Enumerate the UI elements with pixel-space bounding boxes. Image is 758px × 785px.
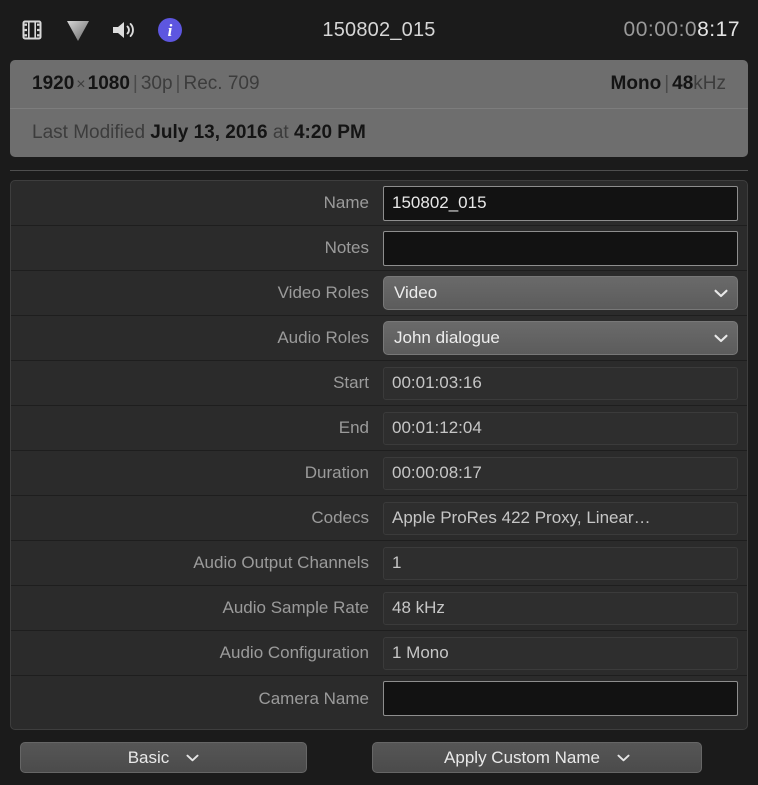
resolution-width: 1920	[32, 73, 74, 94]
name-input[interactable]: 150802_015	[383, 186, 738, 221]
format-separator-2: |	[173, 73, 184, 94]
duration-timecode: 00:00:08:17	[624, 18, 740, 42]
resolution-times-symbol: ×	[74, 76, 87, 93]
metadata-view-button[interactable]: Basic	[20, 742, 307, 773]
table-row: Audio Output Channels 1	[11, 541, 747, 586]
format-separator-1: |	[130, 73, 141, 94]
table-row: Name 150802_015	[11, 181, 747, 226]
property-label: Audio Configuration	[11, 643, 383, 663]
speaker-icon[interactable]	[109, 15, 139, 45]
section-divider	[10, 170, 748, 171]
property-label: Codecs	[11, 508, 383, 528]
property-label: Audio Output Channels	[11, 553, 383, 573]
modified-label: Last Modified	[32, 122, 145, 144]
codecs-field[interactable]: Apple ProRes 422 Proxy, Linear…	[383, 502, 738, 535]
property-label: Audio Roles	[11, 328, 383, 348]
table-row: Duration 00:00:08:17	[11, 451, 747, 496]
table-row: Camera Name	[11, 676, 747, 721]
audio-rate-unit: kHz	[693, 73, 726, 94]
table-row: Notes	[11, 226, 747, 271]
table-row: End 00:01:12:04	[11, 406, 747, 451]
apply-custom-name-button[interactable]: Apply Custom Name	[372, 742, 702, 773]
audio-configuration-summary: Mono	[611, 73, 662, 94]
audio-format-summary: Mono|48kHz	[611, 73, 726, 95]
chevron-down-icon	[617, 754, 630, 762]
property-label: Start	[11, 373, 383, 393]
film-strip-icon[interactable]	[17, 15, 47, 45]
audio-separator: |	[661, 73, 672, 94]
audio-configuration-field[interactable]: 1 Mono	[383, 637, 738, 670]
audio-rate-number: 48	[672, 73, 693, 94]
property-label: Audio Sample Rate	[11, 598, 383, 618]
timecode-dim-part: 00:00:0	[624, 18, 698, 41]
audio-roles-select[interactable]: John dialogue	[383, 321, 738, 355]
camera-name-input[interactable]	[383, 681, 738, 716]
end-timecode-field[interactable]: 00:01:12:04	[383, 412, 738, 445]
property-label: End	[11, 418, 383, 438]
summary-modified-row: Last Modified July 13, 2016 at 4:20 PM	[10, 108, 748, 157]
clip-summary-card: 1920×1080|30p|Rec. 709 Mono|48kHz Last M…	[10, 60, 748, 157]
summary-format-row: 1920×1080|30p|Rec. 709 Mono|48kHz	[10, 60, 748, 108]
inspector-footer: Basic Apply Custom Name	[0, 730, 758, 785]
info-inspector-panel: i 150802_015 00:00:08:17 1920×1080|30p|R…	[0, 0, 758, 785]
modified-time: 4:20 PM	[294, 122, 366, 144]
timecode-active-part: 8:17	[697, 18, 740, 41]
color-space: Rec. 709	[183, 73, 259, 94]
inspector-toolbar: i 150802_015 00:00:08:17	[0, 0, 758, 60]
video-format-summary: 1920×1080|30p|Rec. 709	[32, 73, 260, 95]
resolution-height: 1080	[88, 73, 130, 94]
info-circle-icon[interactable]: i	[155, 15, 185, 45]
property-label: Duration	[11, 463, 383, 483]
inspector-tab-icons: i	[0, 15, 185, 45]
video-roles-select[interactable]: Video	[383, 276, 738, 310]
chevron-down-icon	[714, 289, 728, 298]
apply-custom-name-label: Apply Custom Name	[444, 748, 600, 768]
property-label: Notes	[11, 238, 383, 258]
table-row: Start 00:01:03:16	[11, 361, 747, 406]
chevron-down-icon	[714, 334, 728, 343]
metadata-view-label: Basic	[128, 748, 170, 768]
duration-timecode-field[interactable]: 00:00:08:17	[383, 457, 738, 490]
modified-date: July 13, 2016	[150, 122, 267, 144]
metadata-table-container: Name 150802_015 Notes Video Roles Video	[0, 180, 758, 730]
color-triangle-icon[interactable]	[63, 15, 93, 45]
table-row: Audio Sample Rate 48 kHz	[11, 586, 747, 631]
start-timecode-field[interactable]: 00:01:03:16	[383, 367, 738, 400]
metadata-table: Name 150802_015 Notes Video Roles Video	[10, 180, 748, 730]
notes-input[interactable]	[383, 231, 738, 266]
table-row: Audio Roles John dialogue	[11, 316, 747, 361]
property-label: Name	[11, 193, 383, 213]
property-label: Video Roles	[11, 283, 383, 303]
table-row: Audio Configuration 1 Mono	[11, 631, 747, 676]
table-row: Codecs Apple ProRes 422 Proxy, Linear…	[11, 496, 747, 541]
svg-text:i: i	[168, 21, 173, 40]
audio-roles-value: John dialogue	[394, 328, 500, 348]
video-roles-value: Video	[394, 283, 437, 303]
frame-rate: 30p	[141, 73, 173, 94]
property-label: Camera Name	[11, 689, 383, 709]
audio-sample-rate-field[interactable]: 48 kHz	[383, 592, 738, 625]
modified-at-word: at	[273, 122, 289, 144]
audio-output-channels-field[interactable]: 1	[383, 547, 738, 580]
chevron-down-icon	[186, 754, 199, 762]
table-row: Video Roles Video	[11, 271, 747, 316]
summary-card-container: 1920×1080|30p|Rec. 709 Mono|48kHz Last M…	[0, 60, 758, 157]
